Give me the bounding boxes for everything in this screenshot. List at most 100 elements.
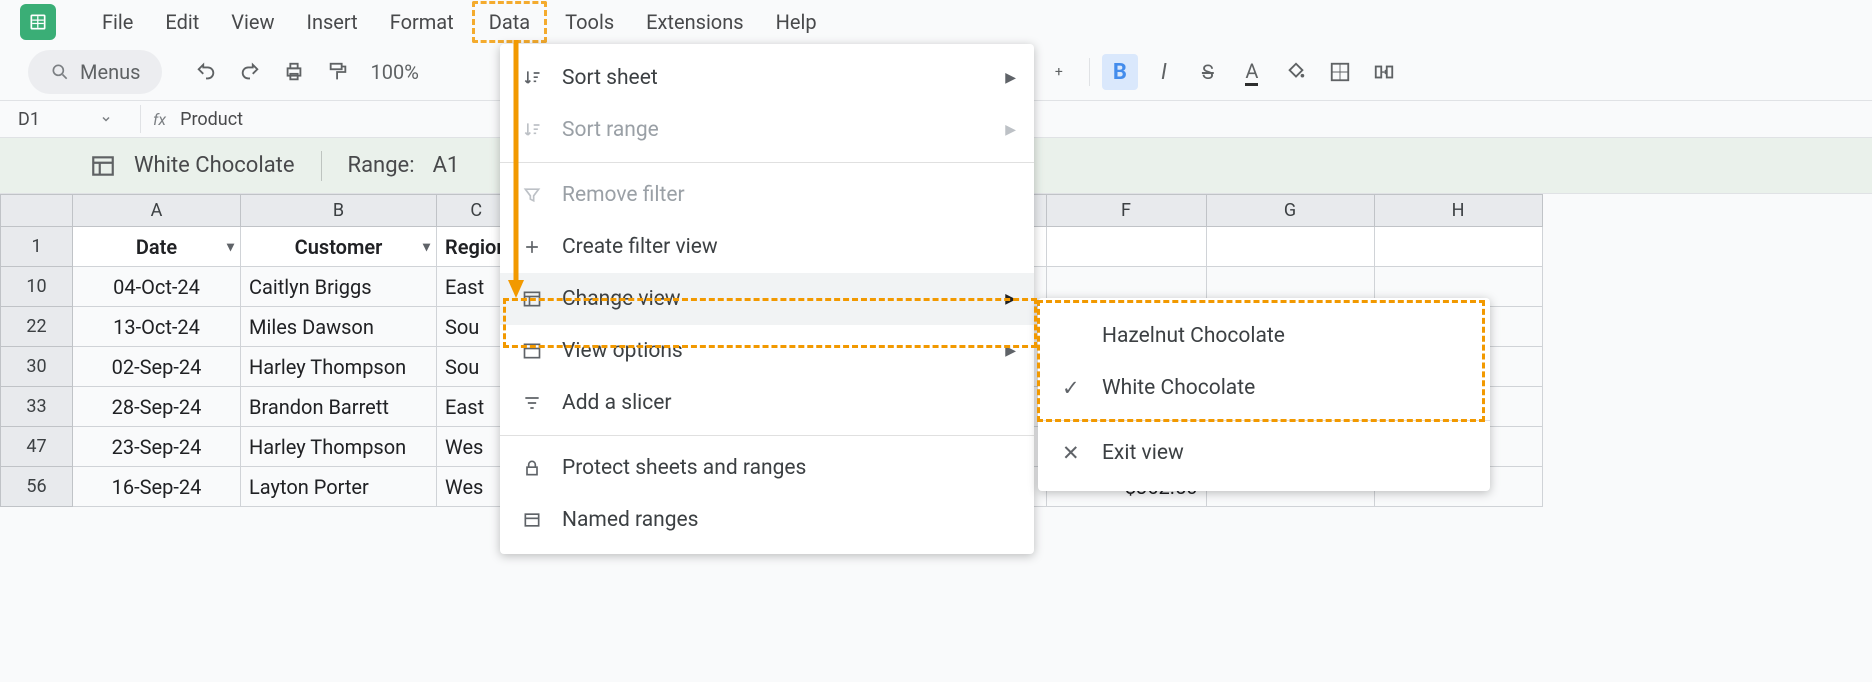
print-icon: [283, 61, 305, 83]
annotation-arrow: [506, 40, 526, 300]
cell[interactable]: 23-Sep-24: [73, 427, 241, 467]
separator: [500, 162, 1034, 163]
italic-button[interactable]: I: [1146, 54, 1182, 90]
menu-sort-sheet[interactable]: Sort sheet ▶: [500, 52, 1034, 104]
slicer-icon: [520, 393, 544, 413]
view-option-hazelnut[interactable]: Hazelnut Chocolate: [1038, 310, 1490, 362]
redo-button[interactable]: [232, 54, 268, 90]
borders-button[interactable]: [1322, 54, 1358, 90]
row-header[interactable]: 22: [1, 307, 73, 347]
row-header[interactable]: 33: [1, 387, 73, 427]
change-view-submenu: Hazelnut Chocolate ✓ White Chocolate ✕ E…: [1038, 298, 1490, 491]
col-header-F[interactable]: F: [1046, 195, 1206, 227]
lock-icon: [520, 458, 544, 478]
sheets-icon: [28, 12, 48, 32]
separator: [321, 151, 322, 181]
merge-icon: [1373, 61, 1395, 83]
filter-view-name[interactable]: White Chocolate: [134, 153, 295, 178]
merge-cells-button[interactable]: [1366, 54, 1402, 90]
row-header[interactable]: 1: [1, 227, 73, 267]
menu-view[interactable]: View: [217, 4, 288, 40]
font-size-increase[interactable]: +: [1041, 54, 1077, 90]
menu-extensions[interactable]: Extensions: [632, 4, 757, 40]
sheets-logo[interactable]: [20, 4, 56, 40]
borders-icon: [1329, 61, 1351, 83]
separator: [500, 435, 1034, 436]
zoom-selector[interactable]: 100%: [364, 60, 424, 84]
paint-format-button[interactable]: [320, 54, 356, 90]
cell[interactable]: 13-Oct-24: [73, 307, 241, 347]
menus-search-button[interactable]: Menus: [28, 50, 162, 94]
cell[interactable]: Brandon Barrett: [241, 387, 437, 427]
filter-icon[interactable]: ▾: [227, 239, 234, 255]
search-icon: [50, 62, 70, 82]
named-ranges-icon: [520, 510, 544, 530]
cell[interactable]: 16-Sep-24: [73, 467, 241, 507]
menu-insert[interactable]: Insert: [293, 4, 372, 40]
menus-label: Menus: [80, 60, 140, 84]
menu-sort-range: Sort range ▶: [500, 104, 1034, 156]
chevron-right-icon: ▶: [1005, 291, 1016, 307]
cell[interactable]: 02-Sep-24: [73, 347, 241, 387]
fx-icon: fx: [153, 110, 166, 129]
menu-edit[interactable]: Edit: [151, 4, 213, 40]
chevron-right-icon: ▶: [1005, 343, 1016, 359]
redo-icon: [239, 61, 261, 83]
cell[interactable]: Layton Porter: [241, 467, 437, 507]
cell[interactable]: Harley Thompson: [241, 347, 437, 387]
formula-text: Product: [180, 109, 243, 130]
menu-change-view[interactable]: Change view ▶: [500, 273, 1034, 325]
chevron-down-icon: [100, 113, 112, 125]
undo-button[interactable]: [188, 54, 224, 90]
menu-tools[interactable]: Tools: [551, 4, 628, 40]
menu-format[interactable]: Format: [376, 4, 468, 40]
menu-file[interactable]: File: [88, 4, 147, 40]
chevron-right-icon: ▶: [1005, 122, 1016, 138]
print-button[interactable]: [276, 54, 312, 90]
menu-data[interactable]: Data: [472, 1, 547, 43]
menubar: File Edit View Insert Format Data Tools …: [0, 0, 1872, 44]
separator: [1089, 58, 1090, 86]
col-header-B[interactable]: B: [241, 195, 437, 227]
select-all-corner[interactable]: [1, 195, 73, 227]
cell[interactable]: Harley Thompson: [241, 427, 437, 467]
text-color-button[interactable]: A: [1234, 54, 1270, 90]
bold-button[interactable]: B: [1102, 54, 1138, 90]
header-cell-customer[interactable]: Customer▾: [241, 227, 437, 267]
header-cell-date[interactable]: Date▾: [73, 227, 241, 267]
filter-icon[interactable]: ▾: [423, 239, 430, 255]
row-header[interactable]: 30: [1, 347, 73, 387]
col-header-H[interactable]: H: [1374, 195, 1542, 227]
row-header[interactable]: 47: [1, 427, 73, 467]
menu-protect-sheets[interactable]: Protect sheets and ranges: [500, 442, 1034, 494]
name-box[interactable]: D1: [0, 109, 140, 130]
menu-remove-filter: Remove filter: [500, 169, 1034, 221]
paint-format-icon: [327, 61, 349, 83]
range-value[interactable]: A1: [433, 153, 460, 178]
row-header[interactable]: 10: [1, 267, 73, 307]
undo-icon: [195, 61, 217, 83]
menu-create-filter-view[interactable]: Create filter view: [500, 221, 1034, 273]
strikethrough-button[interactable]: S: [1190, 54, 1226, 90]
range-label: Range:: [348, 153, 415, 178]
col-header-A[interactable]: A: [73, 195, 241, 227]
formula-bar[interactable]: fx Product: [141, 109, 243, 130]
view-option-white-chocolate[interactable]: ✓ White Chocolate: [1038, 362, 1490, 414]
fill-color-button[interactable]: [1278, 54, 1314, 90]
menu-view-options[interactable]: View options ▶: [500, 325, 1034, 377]
cell[interactable]: 04-Oct-24: [73, 267, 241, 307]
cell[interactable]: Caitlyn Briggs: [241, 267, 437, 307]
chevron-right-icon: ▶: [1005, 70, 1016, 86]
col-header-G[interactable]: G: [1206, 195, 1374, 227]
menu-add-slicer[interactable]: Add a slicer: [500, 377, 1034, 429]
menu-help[interactable]: Help: [762, 4, 831, 40]
fill-color-icon: [1285, 61, 1307, 83]
menu-named-ranges[interactable]: Named ranges: [500, 494, 1034, 546]
cell[interactable]: Miles Dawson: [241, 307, 437, 347]
data-menu-dropdown: Sort sheet ▶ Sort range ▶ Remove filter …: [500, 44, 1034, 554]
row-header[interactable]: 56: [1, 467, 73, 507]
filter-view-icon: [90, 153, 116, 179]
exit-view[interactable]: ✕ Exit view: [1038, 427, 1490, 479]
cell[interactable]: 28-Sep-24: [73, 387, 241, 427]
separator: [1038, 420, 1490, 421]
